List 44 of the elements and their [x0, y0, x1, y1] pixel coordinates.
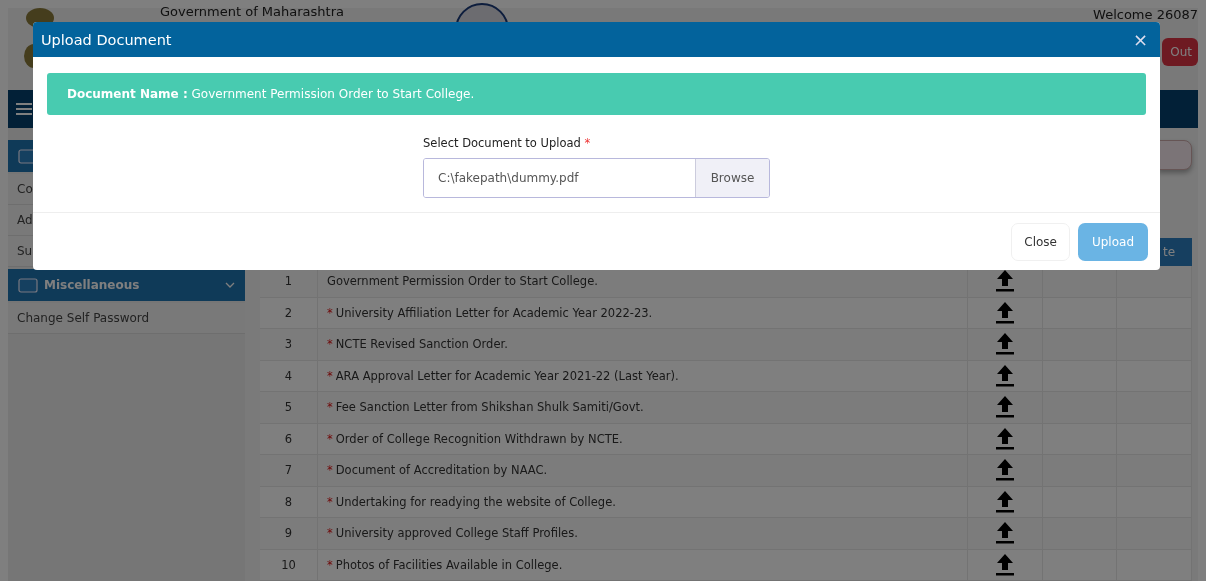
sidebar-group[interactable]: Miscellaneous [8, 269, 245, 301]
document-name: Photos of Facilities Available in College. [335, 557, 563, 572]
modal-title: Upload Document [41, 31, 172, 48]
row-number: 6 [260, 423, 318, 454]
field-label: Select Document to Upload * [423, 136, 592, 150]
dismiss-button[interactable]: Close [1011, 222, 1070, 261]
header-title: Government of Maharashtra [160, 4, 344, 19]
folder-icon [18, 277, 38, 293]
menu-icon[interactable] [16, 102, 32, 116]
welcome-text: Welcome 26087 [1093, 8, 1198, 21]
chevron-down-icon [225, 282, 235, 288]
document-name: University approved College Staff Profiles. [335, 526, 578, 541]
row-number: 8 [260, 486, 318, 517]
required-mark: * [327, 337, 333, 352]
document-name: NCTE Revised Sanction Order. [335, 337, 508, 352]
browse-button[interactable]: Browse [695, 159, 769, 197]
row-number: 7 [260, 455, 318, 486]
file-input[interactable]: C:\fakepath\dummy.pdf Browse [423, 158, 770, 198]
required-mark: * [327, 526, 333, 541]
document-name: Undertaking for readying the website of College. [335, 494, 616, 509]
logout-button[interactable]: Out [1162, 38, 1198, 66]
row-number: 5 [260, 392, 318, 423]
document-name: ARA Approval Letter for Academic Year 2021-22 (Last Year). [335, 368, 679, 383]
action-button[interactable] [1158, 140, 1192, 170]
close-button[interactable]: × [1130, 29, 1150, 50]
upload-icon[interactable] [995, 269, 1015, 294]
required-mark: * [327, 400, 333, 415]
row-number: 3 [260, 329, 318, 360]
required-mark: * [327, 368, 333, 383]
required-mark: * [327, 557, 333, 572]
required-mark: * [327, 463, 333, 478]
document-name: Fee Sanction Letter from Shikshan Shulk Samiti/Govt. [335, 400, 644, 415]
row-number: 10 [260, 549, 318, 580]
row-number: 2 [260, 297, 318, 328]
required-mark: * [327, 431, 333, 446]
document-name: Order of College Recognition Withdrawn by NCTE. [335, 431, 623, 446]
document-name: University Affiliation Letter for Academic Year 2022-23. [335, 305, 653, 320]
required-mark: * [327, 305, 333, 320]
document-name: Document of Accreditation by NAAC. [335, 463, 548, 478]
document-name: Government Permission Order to Start College. [327, 274, 598, 289]
row-number: 4 [260, 360, 318, 391]
document-name-alert: Document Name : Government Permission Order to Start College. [47, 73, 1146, 115]
row-number: 9 [260, 518, 318, 549]
required-mark: * [327, 494, 333, 509]
